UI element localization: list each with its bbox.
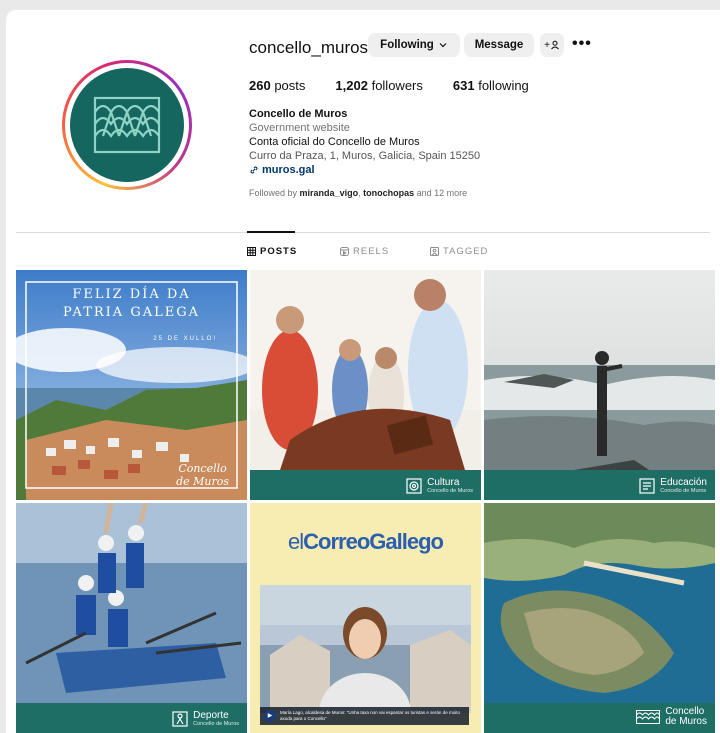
bio-category: Government website [249, 122, 350, 134]
posts-stat[interactable]: 260 posts [249, 78, 305, 93]
followed-by-separator: , [358, 188, 361, 198]
post-tile[interactable]: elCorreoGallego ▶ María Lago, alcaldesa … [250, 503, 481, 733]
tab-posts[interactable]: POSTS [247, 246, 297, 257]
followers-count: 1,202 [335, 78, 368, 93]
post-image-portrait [260, 585, 471, 713]
category-label: Deporte Concello de Muros [172, 710, 239, 727]
cultura-icon [406, 477, 422, 494]
bio-name: Concello de Muros [249, 108, 348, 120]
profile-username: concello_muros [249, 38, 369, 57]
followed-by-suffix: and 12 more [416, 188, 468, 198]
post-logo-line: Concello [178, 462, 227, 475]
message-button[interactable]: Message [464, 33, 534, 57]
following-stat[interactable]: 631 following [453, 78, 529, 93]
tab-label: REELS [353, 246, 390, 257]
newspaper-logo-light: el [288, 529, 304, 554]
followers-stat[interactable]: 1,202 followers [335, 78, 422, 93]
following-label: following [478, 78, 529, 93]
post-tile[interactable]: Educación Concello de Muros [484, 270, 715, 500]
chevron-down-icon [439, 43, 447, 48]
followed-by-user: miranda_vigo [299, 188, 359, 198]
post-title-line: PATRIA GALEGA [62, 305, 200, 320]
category-title: de Muros [665, 716, 707, 727]
followed-by-user: tonochopas [363, 188, 415, 198]
bio-link-text: muros.gal [262, 164, 315, 176]
newspaper-logo: elCorreoGallego [250, 529, 481, 555]
followed-by[interactable]: Followed by miranda_vigo, tonochopas and… [249, 188, 467, 198]
posts-count: 260 [249, 78, 271, 93]
play-icon: ▶ [264, 710, 276, 722]
category-title: Cultura [427, 477, 460, 488]
post-date: 25 DE XULLO! [153, 336, 217, 342]
post-tile[interactable]: Deporte Concello de Muros [16, 503, 247, 733]
category-label: Educación Concello de Muros [639, 477, 707, 494]
post-tile[interactable]: Cultura Concello de Muros [250, 270, 481, 500]
newspaper-logo-bold: CorreoGallego [303, 529, 444, 554]
video-caption-text: María Lago, alcaldesa de Muros: "Unha ta… [280, 710, 460, 721]
tab-reels[interactable]: REELS [340, 246, 389, 257]
tab-tagged[interactable]: TAGGED [430, 246, 488, 257]
video-caption: ▶ María Lago, alcaldesa de Muros: "Unha … [260, 707, 469, 725]
profile-avatar[interactable] [62, 60, 192, 190]
category-label: Concello de Muros [636, 707, 707, 727]
category-title: Deporte [193, 710, 229, 721]
followed-by-prefix: Followed by [249, 188, 298, 198]
concello-logo-icon [636, 710, 661, 724]
post-title: FELIZ DÍA DA PATRIA GALEGA [16, 286, 247, 322]
followers-label: followers [371, 78, 423, 93]
tab-label: TAGGED [443, 246, 489, 257]
following-button[interactable]: Following [368, 33, 460, 57]
active-tab-indicator [247, 231, 295, 233]
posts-label: posts [274, 78, 306, 93]
bio-address[interactable]: Curro da Praza, 1, Muros, Galicia, Spain… [249, 149, 480, 163]
profile-page: concello_muros Following Message + ••• 2… [6, 10, 720, 733]
post-tile[interactable]: FELIZ DÍA DA PATRIA GALEGA 25 DE XULLO! … [16, 270, 247, 500]
tab-label: POSTS [260, 246, 298, 257]
bio-link[interactable]: muros.gal [249, 163, 480, 177]
bio-description: Conta oficial do Concello de Muros [249, 136, 420, 148]
post-logo-line: de Muros [176, 475, 229, 488]
more-options-icon[interactable]: ••• [572, 35, 592, 53]
category-sub: Concello de Muros [660, 488, 707, 494]
grid-icon [247, 247, 256, 256]
concello-logo-icon [93, 96, 161, 154]
post-tile[interactable]: Concello de Muros [484, 503, 715, 733]
profile-bio: Concello de Muros Government website Con… [249, 107, 480, 177]
category-sub: Concello de Muros [193, 721, 239, 727]
category-title: Educación [660, 477, 707, 488]
person-add-icon [551, 40, 559, 50]
following-button-label: Following [380, 39, 434, 51]
following-count: 631 [452, 78, 475, 93]
post-title-line: FELIZ DÍA DA [72, 287, 191, 302]
category-label: Cultura Concello de Muros [406, 477, 473, 494]
reels-icon [340, 247, 349, 256]
educacion-icon [639, 477, 655, 494]
suggest-user-button[interactable]: + [540, 33, 564, 57]
tagged-icon [430, 247, 439, 256]
link-icon [250, 166, 258, 174]
deporte-icon [172, 710, 188, 727]
profile-stats: 260 posts 1,202 followers 631 following [249, 78, 529, 93]
tabs-divider [16, 232, 710, 233]
category-sub: Concello de Muros [427, 488, 473, 494]
post-logo-text: Concello de Muros [176, 462, 229, 488]
